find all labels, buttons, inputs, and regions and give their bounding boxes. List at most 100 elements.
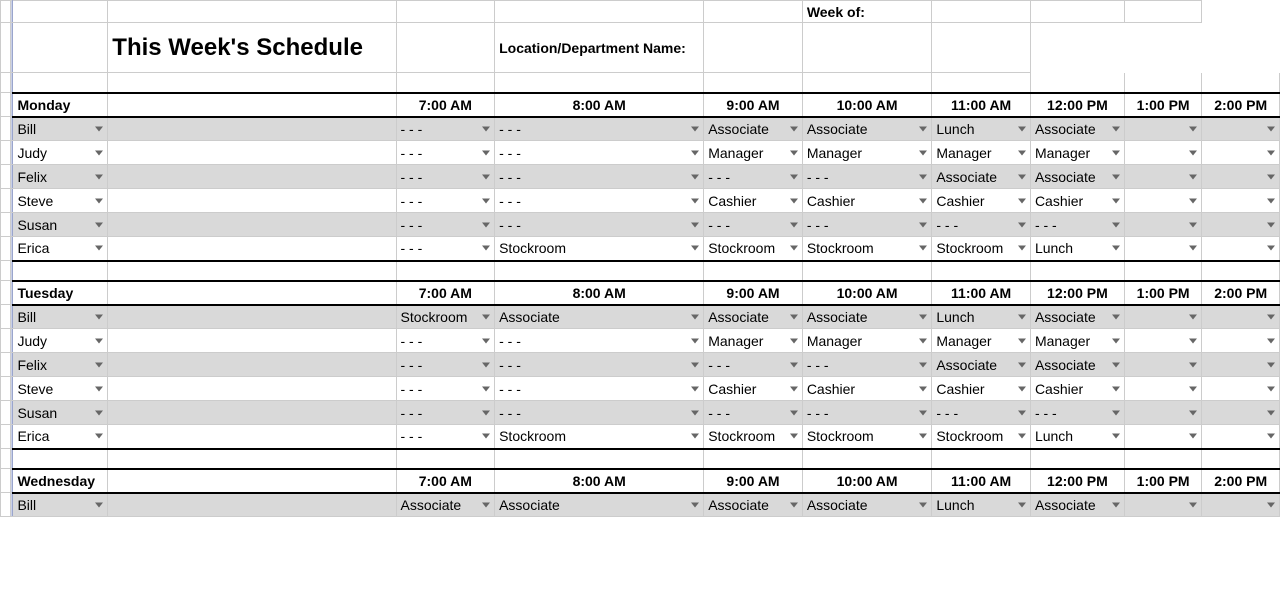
schedule-cell[interactable]: - - - [495,401,704,425]
employee-name-cell[interactable]: Judy [13,329,108,353]
schedule-cell[interactable]: Associate [396,493,495,517]
schedule-cell[interactable]: Stockroom [802,237,932,261]
schedule-cell[interactable] [1202,213,1280,237]
schedule-cell[interactable]: Cashier [932,189,1031,213]
schedule-cell[interactable] [1202,237,1280,261]
schedule-cell[interactable]: Associate [495,305,704,329]
employee-name-cell[interactable]: Erica [13,425,108,449]
schedule-cell[interactable]: Cashier [802,377,932,401]
schedule-cell[interactable]: Stockroom [704,237,803,261]
schedule-cell[interactable]: Manager [802,141,932,165]
schedule-cell[interactable]: Lunch [1030,237,1124,261]
schedule-cell[interactable] [1202,117,1280,141]
schedule-cell[interactable] [1202,141,1280,165]
schedule-cell[interactable]: Lunch [932,305,1031,329]
employee-name-cell[interactable]: Steve [13,377,108,401]
schedule-cell[interactable]: - - - [396,189,495,213]
schedule-cell[interactable]: Cashier [802,189,932,213]
schedule-cell[interactable]: - - - [1030,401,1124,425]
schedule-cell[interactable]: - - - [932,213,1031,237]
schedule-cell[interactable]: Associate [1030,493,1124,517]
schedule-cell[interactable]: - - - [396,165,495,189]
schedule-cell[interactable]: Manager [1030,329,1124,353]
schedule-cell[interactable]: - - - [495,117,704,141]
schedule-cell[interactable]: - - - [495,189,704,213]
schedule-cell[interactable]: - - - [495,353,704,377]
schedule-cell[interactable]: Manager [704,141,803,165]
schedule-cell[interactable]: - - - [396,237,495,261]
schedule-cell[interactable] [1202,425,1280,449]
employee-name-cell[interactable]: Felix [13,165,108,189]
schedule-cell[interactable]: - - - [495,213,704,237]
schedule-cell[interactable]: - - - [495,377,704,401]
schedule-cell[interactable]: Associate [704,305,803,329]
schedule-cell[interactable]: Manager [1030,141,1124,165]
schedule-cell[interactable] [1124,425,1202,449]
schedule-cell[interactable]: Associate [802,117,932,141]
schedule-cell[interactable]: Associate [932,165,1031,189]
schedule-cell[interactable]: Stockroom [802,425,932,449]
schedule-cell[interactable]: - - - [802,213,932,237]
schedule-cell[interactable]: Associate [932,353,1031,377]
schedule-cell[interactable] [1124,353,1202,377]
employee-name-cell[interactable]: Judy [13,141,108,165]
schedule-cell[interactable]: Associate [1030,165,1124,189]
schedule-cell[interactable] [1124,141,1202,165]
schedule-cell[interactable]: - - - [704,401,803,425]
schedule-cell[interactable] [1124,329,1202,353]
schedule-cell[interactable]: Associate [802,305,932,329]
schedule-cell[interactable] [1202,305,1280,329]
schedule-cell[interactable]: - - - [932,401,1031,425]
schedule-cell[interactable]: Manager [932,141,1031,165]
schedule-cell[interactable] [1202,493,1280,517]
schedule-cell[interactable]: Lunch [932,493,1031,517]
schedule-cell[interactable]: Stockroom [495,237,704,261]
schedule-cell[interactable]: - - - [396,425,495,449]
employee-name-cell[interactable]: Bill [13,493,108,517]
schedule-cell[interactable]: - - - [495,329,704,353]
schedule-cell[interactable]: Stockroom [704,425,803,449]
schedule-cell[interactable] [1202,401,1280,425]
schedule-cell[interactable]: - - - [396,213,495,237]
schedule-cell[interactable]: - - - [396,353,495,377]
schedule-cell[interactable] [1124,401,1202,425]
schedule-cell[interactable]: - - - [396,377,495,401]
schedule-cell[interactable] [1124,213,1202,237]
schedule-cell[interactable] [1202,353,1280,377]
schedule-cell[interactable]: Cashier [704,189,803,213]
schedule-cell[interactable]: Cashier [1030,377,1124,401]
schedule-cell[interactable]: Stockroom [932,237,1031,261]
schedule-cell[interactable]: Associate [1030,305,1124,329]
schedule-cell[interactable]: Lunch [1030,425,1124,449]
schedule-cell[interactable] [1124,165,1202,189]
schedule-cell[interactable]: Cashier [1030,189,1124,213]
schedule-cell[interactable]: Manager [704,329,803,353]
schedule-cell[interactable] [1202,377,1280,401]
schedule-cell[interactable] [1202,165,1280,189]
schedule-cell[interactable]: Manager [932,329,1031,353]
employee-name-cell[interactable]: Susan [13,401,108,425]
schedule-cell[interactable]: Cashier [932,377,1031,401]
schedule-cell[interactable]: Associate [1030,353,1124,377]
employee-name-cell[interactable]: Felix [13,353,108,377]
schedule-cell[interactable]: Associate [802,493,932,517]
schedule-cell[interactable]: - - - [495,165,704,189]
employee-name-cell[interactable]: Bill [13,305,108,329]
schedule-cell[interactable]: - - - [396,329,495,353]
employee-name-cell[interactable]: Susan [13,213,108,237]
employee-name-cell[interactable]: Erica [13,237,108,261]
schedule-cell[interactable] [1124,117,1202,141]
schedule-cell[interactable]: Stockroom [396,305,495,329]
schedule-cell[interactable]: Manager [802,329,932,353]
employee-name-cell[interactable]: Bill [13,117,108,141]
employee-name-cell[interactable]: Steve [13,189,108,213]
schedule-cell[interactable] [1124,305,1202,329]
schedule-cell[interactable]: - - - [802,353,932,377]
schedule-cell[interactable]: Associate [495,493,704,517]
schedule-cell[interactable] [1124,493,1202,517]
schedule-cell[interactable]: - - - [495,141,704,165]
schedule-cell[interactable]: Stockroom [495,425,704,449]
schedule-cell[interactable] [1124,237,1202,261]
schedule-cell[interactable]: - - - [704,165,803,189]
schedule-cell[interactable]: - - - [396,141,495,165]
